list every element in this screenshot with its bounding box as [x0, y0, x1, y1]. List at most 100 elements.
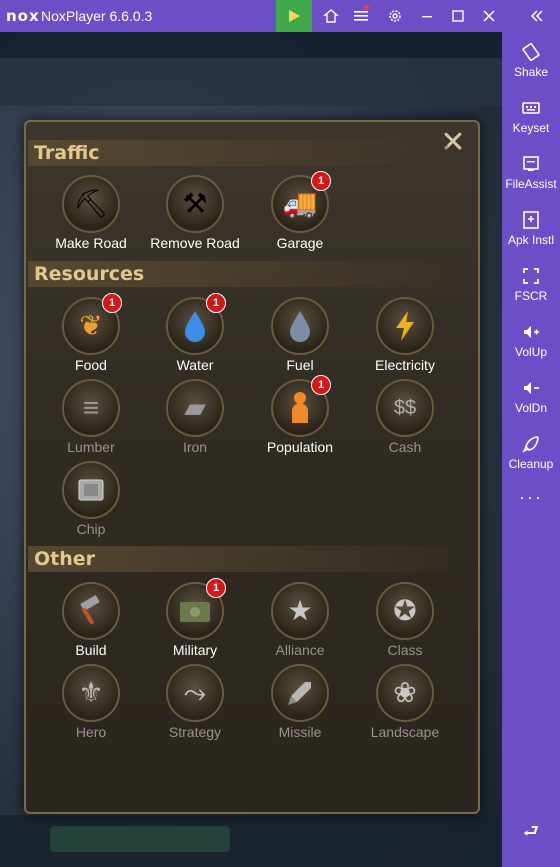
sidebar-item-label: FSCR	[514, 289, 548, 303]
double-chevron-left-icon	[530, 10, 543, 22]
minimize-button[interactable]	[412, 0, 442, 32]
tile-population[interactable]: 1 Population	[250, 375, 350, 455]
tile-make-road[interactable]: ⛏ Make Road	[41, 175, 141, 251]
title-bar: nox NoxPlayer 6.6.0.3	[0, 0, 560, 32]
tile-electricity[interactable]: Electricity	[355, 297, 455, 373]
rocket-icon	[522, 436, 539, 453]
volume-down-icon	[524, 382, 539, 394]
notification-badge: 1	[311, 375, 331, 395]
strategy-arrows-icon: ⤳	[166, 664, 224, 722]
sidebar-item-label: Shake	[513, 65, 549, 79]
tile-label: Electricity	[375, 357, 435, 373]
menu-icon	[354, 11, 368, 21]
home-icon	[323, 9, 339, 23]
tile-label: Water	[176, 357, 214, 373]
notification-badge: 1	[206, 578, 226, 598]
sidebar-item-keyset[interactable]: Keyset	[502, 98, 560, 135]
home-button[interactable]	[316, 0, 346, 32]
wheat-icon: ❦ 1	[62, 293, 122, 355]
lightning-icon	[376, 297, 434, 355]
collapse-sidebar-button[interactable]	[522, 0, 552, 32]
file-icon	[523, 156, 539, 171]
sidebar-item-cleanup[interactable]: Cleanup	[502, 434, 560, 471]
tile-hero[interactable]: ⚜ Hero	[41, 664, 141, 740]
tile-alliance[interactable]: ★ Alliance	[250, 582, 350, 658]
maximize-button[interactable]	[443, 0, 473, 32]
window-title: NoxPlayer 6.6.0.3	[41, 8, 153, 24]
tile-label: Class	[387, 642, 423, 658]
play-store-button[interactable]	[276, 0, 312, 32]
tile-remove-road[interactable]: ⚒ Remove Road	[145, 175, 245, 251]
notification-badge: 1	[206, 293, 226, 313]
tile-label: Food	[75, 357, 107, 373]
tile-label: Iron	[182, 439, 208, 455]
nox-logo: nox	[6, 7, 40, 25]
military-crate-icon: 1	[166, 578, 226, 640]
volume-up-icon	[524, 326, 539, 338]
notification-badge: 1	[311, 171, 331, 191]
road-pickaxe-icon: ⛏	[62, 175, 120, 233]
missile-icon	[271, 664, 329, 722]
hero-wings-icon: ⚜	[62, 664, 120, 722]
notification-badge: 1	[102, 293, 122, 313]
sidebar-item-label: FileAssist	[505, 177, 557, 191]
section-title-resources: Resources	[28, 261, 448, 287]
tile-military[interactable]: 1 Military	[145, 578, 245, 658]
tile-label: Missile	[278, 724, 322, 740]
minimize-icon	[422, 16, 432, 18]
tile-cash[interactable]: $$ Cash	[355, 379, 455, 455]
landscape-bush-icon: ❀	[376, 664, 434, 722]
tile-label: Hero	[75, 724, 107, 740]
close-window-button[interactable]	[474, 0, 504, 32]
tile-chip[interactable]: Chip	[41, 461, 141, 537]
maximize-icon	[452, 10, 464, 22]
tile-food[interactable]: ❦ 1 Food	[41, 293, 141, 373]
close-icon	[483, 10, 495, 22]
sidebar-item-volup[interactable]: VolUp	[502, 322, 560, 359]
game-resource-bar	[0, 32, 502, 58]
game-top-menu	[0, 58, 502, 106]
emulator-sidebar: Shake Keyset FileAssist Apk Instl FSCR V…	[502, 32, 560, 867]
tile-label: Military	[172, 642, 218, 658]
tile-label: Cash	[388, 439, 422, 455]
shake-icon	[522, 42, 540, 62]
tile-missile[interactable]: Missile	[250, 664, 350, 740]
sidebar-item-label: Apk Instl	[507, 233, 555, 247]
logs-icon: ≡	[62, 379, 120, 437]
tile-class[interactable]: ✪ Class	[355, 582, 455, 658]
sidebar-item-label: Keyset	[512, 121, 550, 135]
tile-label: Build	[75, 642, 107, 658]
tile-lumber[interactable]: ≡ Lumber	[41, 379, 141, 455]
tile-build[interactable]: Build	[41, 582, 141, 658]
game-chat-bar[interactable]	[50, 826, 230, 852]
back-button[interactable]: ⮐	[502, 819, 560, 849]
section-title-other: Other	[28, 546, 448, 572]
class-star-icon: ✪	[376, 582, 434, 640]
sidebar-item-apk-instl[interactable]: Apk Instl	[502, 210, 560, 247]
menu-button[interactable]	[346, 0, 376, 32]
keyboard-icon	[522, 102, 540, 114]
sidebar-item-fileassist[interactable]: FileAssist	[502, 154, 560, 191]
road-shovel-icon: ⚒	[166, 175, 224, 233]
sidebar-item-label: Cleanup	[508, 457, 554, 471]
tile-landscape[interactable]: ❀ Landscape	[355, 664, 455, 740]
sidebar-item-shake[interactable]: Shake	[502, 42, 560, 79]
section-title-traffic: Traffic	[28, 140, 448, 166]
sidebar-item-fscr[interactable]: FSCR	[502, 266, 560, 303]
truck-icon: 🚚 1	[271, 171, 331, 233]
hammer-icon	[62, 582, 120, 640]
tile-label: Remove Road	[150, 235, 240, 251]
sidebar-item-label: VolDn	[514, 401, 548, 415]
more-options-button[interactable]: ···	[502, 487, 560, 508]
play-icon	[289, 10, 300, 22]
cash-icon: $$	[376, 379, 434, 437]
gear-icon	[389, 10, 401, 22]
tile-garage[interactable]: 🚚 1 Garage	[250, 171, 350, 251]
settings-button[interactable]	[380, 0, 410, 32]
tile-iron[interactable]: ▰ Iron	[145, 379, 245, 455]
tile-label: Make Road	[55, 235, 127, 251]
tile-strategy[interactable]: ⤳ Strategy	[145, 664, 245, 740]
tile-fuel[interactable]: Fuel	[250, 297, 350, 373]
sidebar-item-voldn[interactable]: VolDn	[502, 378, 560, 415]
tile-water[interactable]: 1 Water	[145, 293, 245, 373]
